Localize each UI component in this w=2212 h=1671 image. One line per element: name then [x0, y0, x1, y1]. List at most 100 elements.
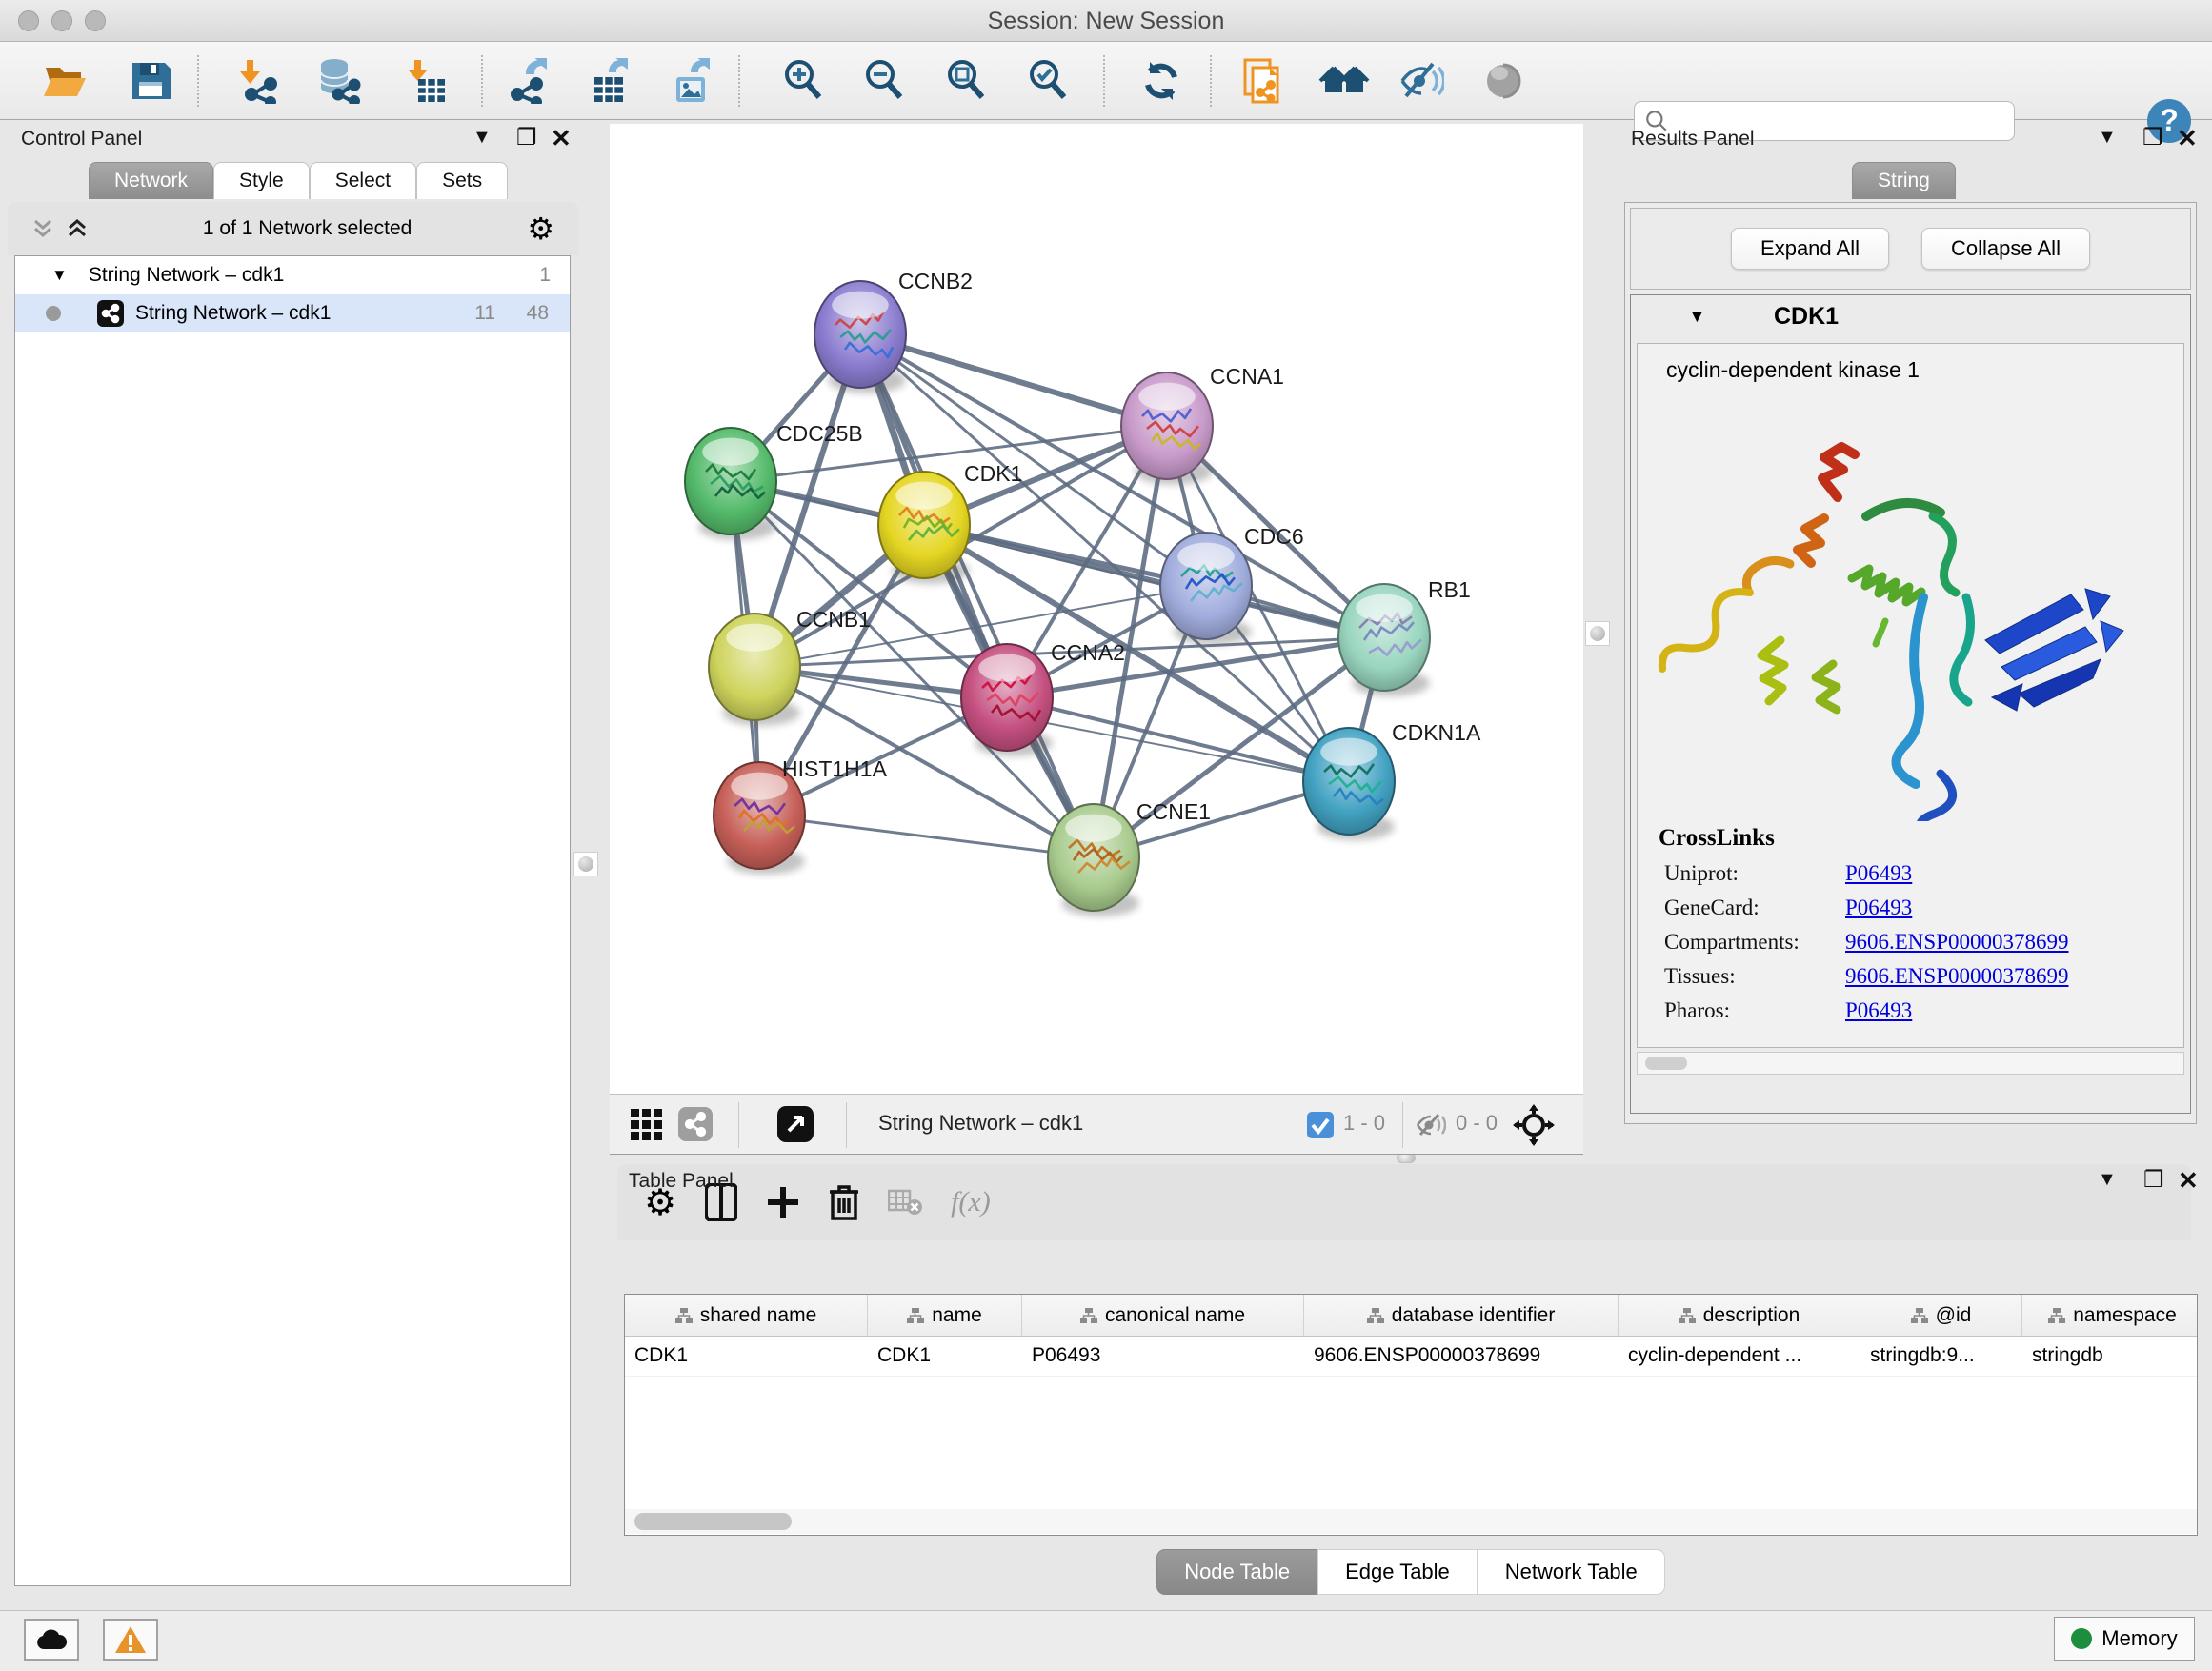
tab-select[interactable]: Select: [310, 162, 416, 199]
tab-edge-table[interactable]: Edge Table: [1317, 1549, 1478, 1595]
export-image-icon[interactable]: [669, 58, 714, 104]
network-collection-row[interactable]: ▼ String Network – cdk1 1: [15, 256, 570, 294]
network-canvas[interactable]: CCNB2CCNA1CDC25BCDK1CDC6RB1CCNB1CCNA2CDK…: [610, 124, 1583, 1094]
crosslink-link[interactable]: P06493: [1845, 896, 1912, 920]
node-CCNA1[interactable]: [1121, 372, 1213, 479]
network-edge[interactable]: [759, 815, 1094, 857]
float-panel-icon[interactable]: ❐: [516, 124, 537, 151]
float-panel-icon[interactable]: ❐: [2142, 124, 2163, 151]
collapse-panel-icon[interactable]: ▼: [2098, 1169, 2117, 1191]
home-pages-icon[interactable]: [1318, 58, 1370, 104]
tab-string[interactable]: String: [1852, 162, 1956, 199]
import-network-database-icon[interactable]: [315, 58, 361, 104]
section-collapse-icon[interactable]: ▼: [1688, 307, 1706, 328]
clone-network-icon[interactable]: [1239, 58, 1285, 104]
save-session-icon[interactable]: [128, 58, 173, 104]
network-birdseye-icon[interactable]: [678, 1107, 713, 1141]
memory-button[interactable]: Memory: [2054, 1617, 2195, 1661]
node-CDK1[interactable]: [878, 472, 970, 578]
results-scrollbar-thumb[interactable]: [1645, 1057, 1687, 1070]
refresh-icon[interactable]: [1138, 58, 1184, 104]
export-network-icon[interactable]: [506, 58, 552, 104]
warning-button[interactable]: [103, 1619, 158, 1661]
open-session-icon[interactable]: [42, 58, 88, 104]
float-panel-icon[interactable]: ❐: [2143, 1166, 2164, 1194]
cloud-button[interactable]: [24, 1619, 79, 1661]
show-all-icon[interactable]: [1480, 58, 1526, 104]
node-CCNA2[interactable]: [961, 644, 1053, 751]
selected-checkbox-icon[interactable]: [1307, 1112, 1334, 1138]
node-CDKN1A[interactable]: [1303, 728, 1395, 835]
node-CCNB2[interactable]: [814, 281, 906, 388]
table-cell[interactable]: P06493: [1022, 1337, 1304, 1376]
import-table-file-icon[interactable]: [403, 58, 449, 104]
clear-table-icon[interactable]: [888, 1188, 922, 1217]
collection-expand-icon[interactable]: ▼: [51, 266, 68, 285]
collapse-all-networks-icon[interactable]: [32, 217, 53, 240]
network-options-gear-icon[interactable]: ⚙: [527, 211, 554, 247]
table-cell[interactable]: stringdb:9...: [1860, 1337, 2022, 1376]
zoom-selected-icon[interactable]: [1025, 58, 1071, 104]
column-header--id[interactable]: @id: [1860, 1295, 2022, 1336]
tab-sets[interactable]: Sets: [416, 162, 508, 199]
zoom-out-icon[interactable]: [861, 58, 907, 104]
table-cell[interactable]: stringdb: [2022, 1337, 2198, 1376]
close-panel-icon[interactable]: ✕: [2178, 1166, 2199, 1196]
cdk1-details: cyclin-dependent kinase 1: [1637, 343, 2184, 1048]
table-scrollbar[interactable]: [625, 1509, 2197, 1534]
tab-network-table[interactable]: Network Table: [1478, 1549, 1665, 1595]
collapse-panel-icon[interactable]: ▼: [473, 127, 492, 149]
node-CDC25B[interactable]: [685, 428, 776, 534]
network-row[interactable]: String Network – cdk1 11 48: [15, 294, 570, 332]
crosslink-link[interactable]: P06493: [1845, 861, 1912, 886]
table-cell[interactable]: cyclin-dependent ...: [1619, 1337, 1860, 1376]
column-header-shared-name[interactable]: shared name: [625, 1295, 868, 1336]
crosslink-link[interactable]: 9606.ENSP00000378699: [1845, 964, 2069, 989]
grid-view-icon[interactable]: [631, 1109, 663, 1141]
table-cell[interactable]: CDK1: [868, 1337, 1022, 1376]
network-edge[interactable]: [924, 525, 1384, 637]
column-header-database-identifier[interactable]: database identifier: [1304, 1295, 1619, 1336]
table-scrollbar-thumb[interactable]: [634, 1513, 792, 1530]
export-table-icon[interactable]: [587, 58, 633, 104]
column-header-namespace[interactable]: namespace: [2022, 1295, 2198, 1336]
tab-network[interactable]: Network: [89, 162, 213, 199]
left-splitter-handle[interactable]: [573, 852, 598, 876]
column-header-name[interactable]: name: [868, 1295, 1022, 1336]
network-edge[interactable]: [860, 334, 1167, 426]
open-in-window-icon[interactable]: [777, 1106, 814, 1142]
node-CCNE1[interactable]: [1048, 804, 1139, 911]
close-panel-icon[interactable]: ✕: [551, 124, 572, 153]
node-CCNB1[interactable]: [709, 614, 800, 720]
toolbar-separator: [738, 55, 740, 107]
table-cell[interactable]: CDK1: [625, 1337, 868, 1376]
crosslink-link[interactable]: 9606.ENSP00000378699: [1845, 930, 2069, 955]
toolbar-separator: [197, 55, 199, 107]
table-cell[interactable]: 9606.ENSP00000378699: [1304, 1337, 1619, 1376]
expand-all-networks-icon[interactable]: [67, 217, 88, 240]
node-CDC6[interactable]: [1160, 533, 1252, 639]
zoom-fit-icon[interactable]: [943, 58, 989, 104]
function-builder-icon[interactable]: f(x): [951, 1186, 991, 1218]
node-RB1[interactable]: [1338, 584, 1430, 691]
tab-style[interactable]: Style: [213, 162, 310, 199]
hidden-eye-icon[interactable]: [1416, 1112, 1446, 1138]
import-network-file-icon[interactable]: [235, 58, 281, 104]
zoom-in-icon[interactable]: [780, 58, 826, 104]
fit-content-crosshair-icon[interactable]: [1513, 1104, 1555, 1146]
collapse-all-button[interactable]: Collapse All: [1921, 228, 2090, 270]
crosslink-link[interactable]: P06493: [1845, 998, 1912, 1023]
collapse-panel-icon[interactable]: ▼: [2098, 127, 2117, 149]
delete-column-icon[interactable]: [829, 1184, 859, 1220]
close-panel-icon[interactable]: ✕: [2177, 124, 2198, 153]
column-header-description[interactable]: description: [1619, 1295, 1860, 1336]
hide-selected-icon[interactable]: [1398, 58, 1444, 104]
add-column-icon[interactable]: [766, 1185, 800, 1219]
expand-all-button[interactable]: Expand All: [1731, 228, 1889, 270]
tab-node-table[interactable]: Node Table: [1156, 1549, 1317, 1595]
network-edge[interactable]: [860, 334, 1094, 857]
results-scrollbar[interactable]: [1637, 1052, 2184, 1075]
column-header-canonical-name[interactable]: canonical name: [1022, 1295, 1304, 1336]
right-splitter-handle[interactable]: [1585, 621, 1610, 646]
table-row[interactable]: CDK1CDK1P064939606.ENSP00000378699cyclin…: [625, 1337, 2197, 1377]
